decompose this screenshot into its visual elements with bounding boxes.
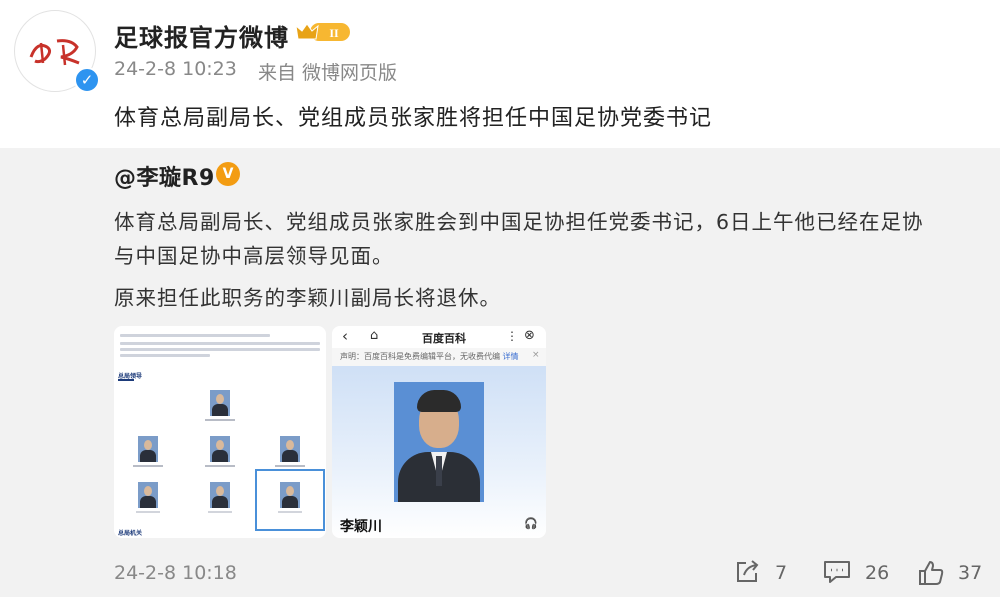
more-icon: ⋮ — [506, 329, 518, 343]
post-time[interactable]: 24-2-8 10:23 — [114, 58, 237, 80]
post-source: 来自 微博网页版 — [258, 62, 398, 84]
baike-topbar: ‹ ⌂ 百度百科 ⋮ ⊗ — [332, 326, 546, 348]
leader-caption — [275, 465, 305, 467]
doc-heading-underline — [118, 379, 134, 381]
doc-text-line — [120, 342, 320, 345]
leader-caption — [205, 465, 235, 467]
verified-icon: ✓ — [74, 67, 100, 93]
leader-caption — [136, 511, 160, 513]
home-icon: ⌂ — [370, 328, 379, 343]
leader-caption — [208, 511, 232, 513]
thumbs-up-icon — [919, 561, 944, 585]
baike-notice-text: 声明：百度百科是免费编辑平台，无收费代编 详情 — [340, 352, 519, 361]
doc-text-line — [120, 348, 320, 351]
level-badge-label: II — [329, 26, 339, 40]
comment-count: 26 — [865, 562, 890, 584]
portrait-photo — [394, 382, 484, 502]
highlight-box — [255, 469, 325, 531]
image-thumbnail-leadership[interactable]: 总局领导 总局机关 — [114, 326, 326, 538]
baike-notice: 声明：百度百科是免费编辑平台，无收费代编 详情 × — [332, 348, 546, 366]
leader-photo — [210, 390, 230, 416]
doc-footer-heading: 总局机关 — [118, 530, 143, 537]
like-count: 37 — [958, 562, 983, 584]
baike-person-name: 李颖川 — [340, 519, 382, 535]
baike-title: 百度百科 — [422, 332, 466, 345]
comment-button[interactable]: 26 — [823, 558, 893, 588]
close-icon: ⊗ — [524, 328, 535, 343]
baike-notice-link: 详情 — [502, 352, 519, 361]
repost-author[interactable]: @李璇R9 — [114, 160, 215, 192]
leader-photo — [210, 436, 230, 462]
repost-card[interactable]: @李璇R9 V 体育总局副局长、党组成员张家胜会到中国足协担任党委书记，6日上午… — [0, 148, 1000, 597]
doc-text-line — [120, 334, 270, 337]
baike-hero: 李颖川 🎧 — [332, 366, 546, 538]
like-button[interactable]: 37 — [918, 558, 988, 588]
share-count: 7 — [775, 562, 788, 584]
repost-time[interactable]: 24-2-8 10:18 — [114, 562, 237, 584]
leader-photo — [138, 482, 158, 508]
back-arrow-icon: ‹ — [342, 327, 348, 345]
leader-photo — [210, 482, 230, 508]
headphones-icon: 🎧 — [524, 517, 538, 530]
post-text: 体育总局副局长、党组成员张家胜将担任中国足协党委书记 — [114, 106, 713, 131]
leader-photo — [138, 436, 158, 462]
repost-text-line: 与中国足协中高层领导见面。 — [114, 244, 394, 268]
newspaper-logo-icon — [29, 39, 80, 66]
doc-text-line — [120, 354, 210, 357]
repost-text-line: 体育总局副局长、党组成员张家胜会到中国足协担任党委书记，6日上午他已经在足协 — [114, 210, 924, 234]
leader-caption — [205, 419, 235, 421]
leader-photo — [280, 436, 300, 462]
close-icon: × — [532, 350, 540, 360]
repost-text-line: 原来担任此职务的李颖川副局长将退休。 — [114, 286, 501, 310]
comment-icon — [824, 561, 850, 583]
share-button[interactable]: 7 — [735, 558, 795, 588]
level-crown-badge-icon[interactable]: II — [294, 20, 352, 44]
leader-caption — [133, 465, 163, 467]
author-name[interactable]: 足球报官方微博 — [114, 18, 289, 53]
image-thumbnail-baike[interactable]: ‹ ⌂ 百度百科 ⋮ ⊗ 声明：百度百科是免费编辑平台，无收费代编 详情 × 李… — [332, 326, 546, 538]
gold-verified-icon: V — [216, 162, 240, 186]
share-icon — [737, 560, 759, 582]
post-header: ✓ 足球报官方微博 II 24-2-8 10:23 来自 微博网页版 体育总局副… — [0, 0, 1000, 150]
